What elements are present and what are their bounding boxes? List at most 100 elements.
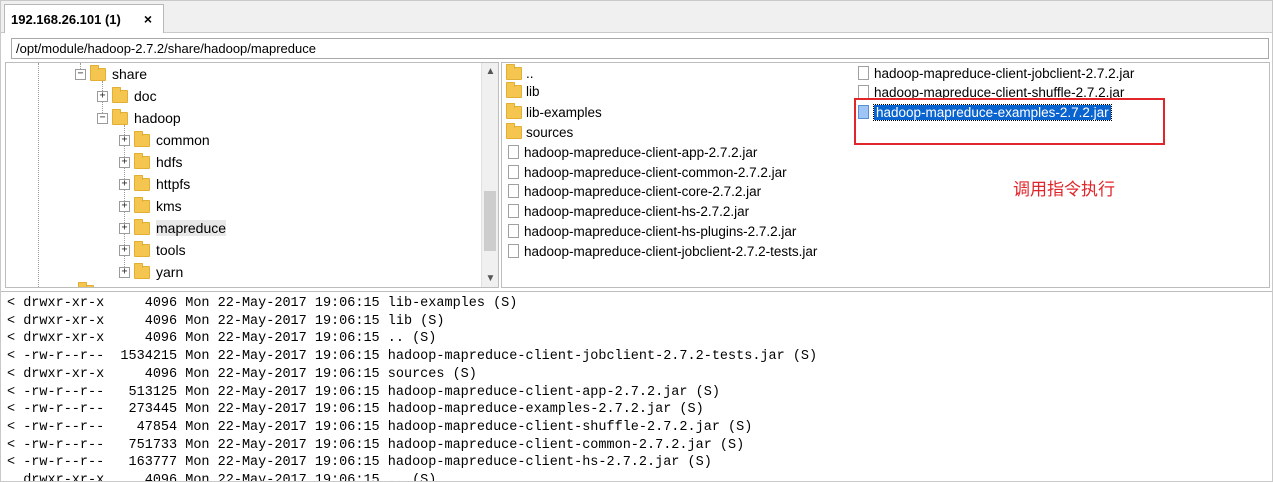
expand-icon[interactable]: + <box>119 178 130 190</box>
tree-item-label: httpfs <box>156 176 191 192</box>
file-icon <box>858 85 869 99</box>
tree-item-hdfs[interactable]: + hdfs <box>119 152 182 172</box>
file-icon <box>508 165 519 179</box>
tab-session[interactable]: 192.168.26.101 (1) × <box>4 4 164 33</box>
path-input[interactable]: /opt/module/hadoop-2.7.2/share/hadoop/ma… <box>11 38 1269 59</box>
file-item-parent[interactable]: .. <box>506 63 534 83</box>
folder-icon <box>78 282 94 287</box>
log-line: < -rw-r--r-- 47854 Mon 22-May-2017 19:06… <box>7 419 753 435</box>
folder-tree: − share + doc − hadoop + common + hdfs +… <box>5 62 499 288</box>
tab-bar: 192.168.26.101 (1) × <box>1 1 1272 33</box>
folder-icon <box>506 63 522 80</box>
file-icon <box>508 224 519 238</box>
folder-icon <box>134 152 150 169</box>
file-item-jar[interactable]: hadoop-mapreduce-client-core-2.7.2.jar <box>508 181 761 201</box>
folder-icon <box>112 86 128 103</box>
expand-icon[interactable]: + <box>119 244 130 256</box>
transfer-log: < drwxr-xr-x 4096 Mon 22-May-2017 19:06:… <box>1 291 1272 482</box>
file-icon <box>508 184 519 198</box>
log-line: < -rw-r--r-- 273445 Mon 22-May-2017 19:0… <box>7 402 704 418</box>
file-icon <box>508 244 519 258</box>
file-name: hadoop-mapreduce-client-common-2.7.2.jar <box>524 164 787 180</box>
tree-item-httpfs[interactable]: + httpfs <box>119 174 190 194</box>
file-name: hadoop-mapreduce-client-hs-2.7.2.jar <box>524 203 750 219</box>
scroll-up-icon[interactable]: ▲ <box>482 63 498 80</box>
tree-item-label: hadoop <box>134 110 181 126</box>
folder-icon <box>506 81 522 98</box>
expand-icon[interactable]: + <box>119 222 130 234</box>
file-name: lib-examples <box>526 104 602 120</box>
expand-icon[interactable]: + <box>119 134 130 146</box>
file-item-jar[interactable]: hadoop-mapreduce-client-app-2.7.2.jar <box>508 142 757 162</box>
folder-icon <box>134 262 150 279</box>
file-item-sources[interactable]: sources <box>506 122 573 142</box>
file-item-lib[interactable]: lib <box>506 81 540 101</box>
tree-item-label: doc <box>134 88 157 104</box>
log-line: drwxr-xr-x 4096 Mon 22-May-2017 19:06:15… <box>7 473 437 482</box>
log-line: < -rw-r--r-- 513125 Mon 22-May-2017 19:0… <box>7 384 720 400</box>
file-name: hadoop-mapreduce-client-core-2.7.2.jar <box>524 183 762 199</box>
tree-item-yarn[interactable]: + yarn <box>119 262 183 282</box>
folder-icon <box>506 102 522 119</box>
sftp-window: 192.168.26.101 (1) × /opt/module/hadoop-… <box>0 0 1273 482</box>
folder-icon <box>506 122 522 139</box>
annotation-text: 调用指令执行 <box>1013 180 1115 200</box>
tree-item-doc[interactable]: + doc <box>97 86 157 106</box>
tree-item-share[interactable]: − share <box>75 64 147 84</box>
log-line: < -rw-r--r-- 1534215 Mon 22-May-2017 19:… <box>7 349 818 365</box>
tree-item-label: yarn <box>156 264 184 280</box>
file-name: hadoop-mapreduce-client-hs-plugins-2.7.2… <box>524 223 797 239</box>
file-name: lib <box>526 83 540 99</box>
file-icon <box>508 145 519 159</box>
file-name: .. <box>526 65 534 81</box>
expand-icon[interactable]: + <box>119 156 130 168</box>
tree-scrollbar[interactable]: ▲ ▼ <box>481 63 498 287</box>
file-item-lib-examples[interactable]: lib-examples <box>506 102 602 122</box>
scroll-thumb[interactable] <box>484 191 496 251</box>
file-item-jar[interactable]: hadoop-mapreduce-client-jobclient-2.7.2-… <box>508 241 817 261</box>
log-line: < drwxr-xr-x 4096 Mon 22-May-2017 19:06:… <box>7 313 445 329</box>
tree-item-label: common <box>156 132 210 148</box>
log-line: < drwxr-xr-x 4096 Mon 22-May-2017 19:06:… <box>7 296 518 311</box>
tree-item-label: hdfs <box>156 154 183 170</box>
tree-item-kms[interactable]: + kms <box>119 196 182 216</box>
file-item-jar[interactable]: hadoop-mapreduce-client-hs-plugins-2.7.2… <box>508 221 796 241</box>
expand-icon[interactable]: + <box>119 200 130 212</box>
folder-icon <box>134 196 150 213</box>
collapse-icon[interactable]: − <box>97 112 108 124</box>
log-line: < -rw-r--r-- 751733 Mon 22-May-2017 19:0… <box>7 437 745 453</box>
file-name: sources <box>526 124 574 140</box>
file-item-jar[interactable]: hadoop-mapreduce-client-common-2.7.2.jar <box>508 162 787 182</box>
file-item-jar[interactable]: hadoop-mapreduce-client-jobclient-2.7.2.… <box>858 63 1134 83</box>
folder-icon <box>134 218 150 235</box>
file-name: hadoop-mapreduce-client-jobclient-2.7.2.… <box>874 65 1135 81</box>
log-line: < drwxr-xr-x 4096 Mon 22-May-2017 19:06:… <box>7 331 437 347</box>
tree-item-mapreduce[interactable]: + mapreduce <box>119 218 227 238</box>
tree-item-hadoop[interactable]: − hadoop <box>97 108 181 128</box>
annotation-box <box>854 98 1165 145</box>
close-icon[interactable]: × <box>141 11 155 27</box>
tree-item-label: kms <box>156 198 182 214</box>
scroll-down-icon[interactable]: ▼ <box>482 270 498 287</box>
expand-icon[interactable]: + <box>97 90 108 102</box>
tree-item-common[interactable]: + common <box>119 130 210 150</box>
file-item-jar[interactable]: hadoop-mapreduce-client-hs-2.7.2.jar <box>508 201 749 221</box>
tree-item-label: tools <box>156 242 186 258</box>
file-icon <box>508 204 519 218</box>
collapse-icon[interactable]: − <box>75 68 86 80</box>
tree-item-label: share <box>112 66 148 82</box>
folder-icon <box>90 64 106 81</box>
tree-item-label: mapreduce <box>156 220 227 236</box>
tree-item-tools[interactable]: + tools <box>119 240 186 260</box>
folder-icon <box>134 130 150 147</box>
folder-icon <box>134 240 150 257</box>
log-line: < -rw-r--r-- 163777 Mon 22-May-2017 19:0… <box>7 455 712 471</box>
log-line: < drwxr-xr-x 4096 Mon 22-May-2017 19:06:… <box>7 366 477 382</box>
tree-guide-line <box>38 63 39 287</box>
tab-title: 192.168.26.101 (1) <box>11 11 121 27</box>
expand-icon[interactable]: + <box>119 266 130 278</box>
file-icon <box>858 66 869 80</box>
folder-icon <box>112 108 128 125</box>
file-name: hadoop-mapreduce-client-jobclient-2.7.2-… <box>524 243 818 259</box>
folder-icon <box>134 174 150 191</box>
